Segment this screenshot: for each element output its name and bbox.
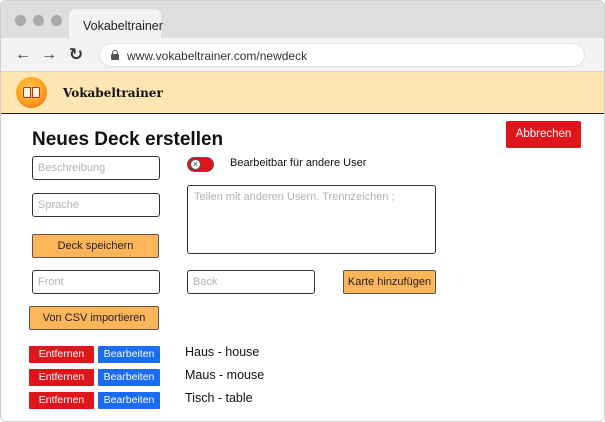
remove-card-button[interactable]: Entfernen	[29, 369, 94, 386]
browser-window: Vokabeltrainer ← → ↻ www.vokabeltrainer.…	[0, 0, 605, 422]
card-text: Haus - house	[185, 345, 260, 359]
import-csv-button[interactable]: Von CSV importieren	[29, 306, 159, 330]
share-users-textarea[interactable]: Teilen mit anderen Usern. Trennzeichen ;	[187, 185, 436, 254]
app-name: Vokabeltrainer	[63, 86, 163, 100]
save-deck-button[interactable]: Deck speichern	[32, 234, 159, 258]
browser-tab[interactable]: Vokabeltrainer	[69, 9, 163, 40]
edit-card-button[interactable]: Bearbeiten	[98, 392, 160, 409]
cancel-button[interactable]: Abbrechen	[506, 121, 581, 148]
forward-arrow-icon[interactable]: →	[39, 45, 59, 65]
edit-card-button[interactable]: Bearbeiten	[98, 346, 160, 363]
window-minimize-dot[interactable]	[33, 15, 44, 26]
editable-toggle-label: Bearbeitbar für andere User	[230, 157, 367, 169]
book-logo-icon	[16, 77, 47, 108]
window-close-dot[interactable]	[15, 15, 26, 26]
app-header: Vokabeltrainer	[1, 72, 604, 114]
add-card-button[interactable]: Karte hinzufügen	[343, 270, 436, 294]
reload-icon[interactable]: ↻	[66, 45, 86, 65]
remove-card-button[interactable]: Entfernen	[29, 346, 94, 363]
back-input[interactable]: Back	[187, 270, 315, 294]
tab-title: Vokabeltrainer	[83, 19, 163, 33]
url-text: www.vokabeltrainer.com/newdeck	[127, 49, 308, 63]
edit-card-button[interactable]: Bearbeiten	[98, 369, 160, 386]
card-text: Maus - mouse	[185, 368, 265, 382]
window-maximize-dot[interactable]	[51, 15, 62, 26]
back-arrow-icon[interactable]: ←	[13, 45, 33, 65]
page-title: Neues Deck erstellen	[32, 129, 224, 150]
toggle-off-x-icon: ×	[190, 159, 201, 170]
editable-toggle[interactable]: ×	[187, 157, 214, 172]
description-input[interactable]: Beschreibung	[32, 156, 160, 180]
card-text: Tisch - table	[185, 391, 253, 405]
language-input[interactable]: Sprache	[32, 193, 160, 217]
browser-navbar: ← → ↻ www.vokabeltrainer.com/newdeck	[1, 38, 604, 72]
remove-card-button[interactable]: Entfernen	[29, 392, 94, 409]
lock-icon	[111, 50, 119, 60]
address-bar[interactable]: www.vokabeltrainer.com/newdeck	[99, 43, 585, 67]
front-input[interactable]: Front	[32, 270, 160, 294]
browser-titlebar: Vokabeltrainer	[1, 1, 604, 40]
